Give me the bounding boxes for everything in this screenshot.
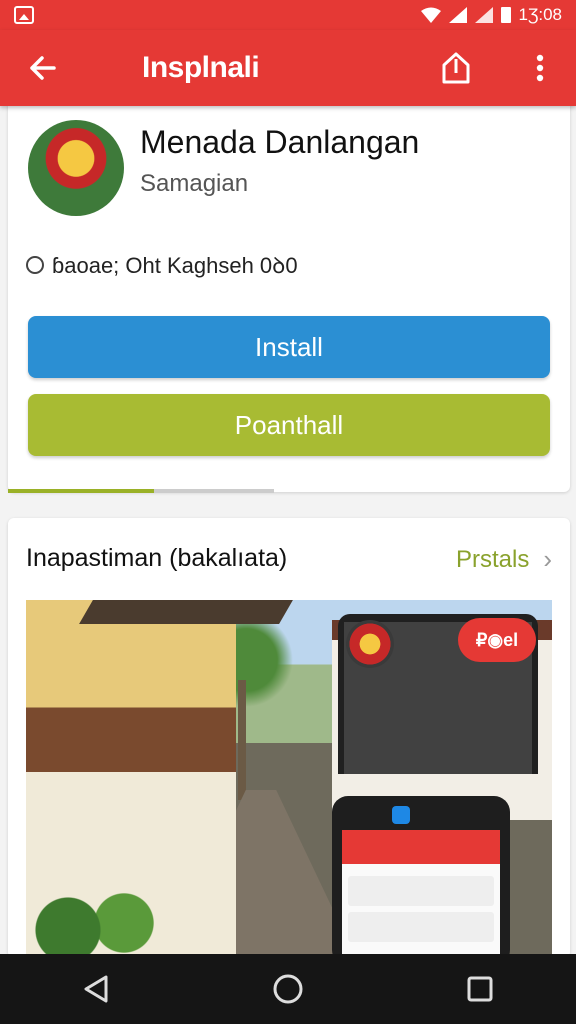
back-button[interactable] — [0, 30, 84, 106]
share-button[interactable] — [432, 46, 480, 90]
nav-recents-icon — [467, 976, 493, 1002]
wifi-icon — [420, 7, 441, 23]
progress-fill — [8, 489, 155, 493]
system-nav-bar — [0, 954, 576, 1024]
overlay-badge: ₽◉el — [458, 618, 536, 662]
app-name: Menada Danlangan — [140, 124, 420, 160]
palm-trunk — [238, 680, 246, 800]
secondary-action-button[interactable]: Poanthall — [28, 394, 550, 456]
screenshots-card: Inapastiman (bakalıata) Prstals › ₽◉el — [8, 518, 570, 958]
app-bar: Insplnali — [0, 30, 576, 106]
status-time: 1Ʒ:08 — [518, 5, 562, 24]
plants — [26, 888, 166, 958]
nav-back-icon — [84, 975, 108, 1003]
signal-alt-icon — [474, 7, 493, 23]
section-more-link[interactable]: Prstals › — [456, 544, 552, 575]
nav-home-icon — [273, 974, 303, 1004]
screenshot-image[interactable]: ₽◉el — [26, 600, 552, 958]
back-arrow-icon — [30, 56, 56, 80]
nav-home-button[interactable] — [258, 959, 318, 1019]
nav-recents-button[interactable] — [450, 959, 510, 1019]
battery-icon — [500, 7, 511, 23]
status-icons: 1Ʒ:08 — [420, 5, 562, 25]
phone-mockup-bottom — [332, 796, 510, 958]
app-bar-title: Insplnali — [142, 51, 260, 84]
screen: 1Ʒ:08 Insplnali Menada Danlangan Samagia… — [0, 0, 576, 1024]
app-logo — [28, 120, 124, 216]
notification-icon — [14, 6, 34, 24]
chevron-right-icon: › — [543, 544, 552, 574]
more-options-button[interactable] — [518, 46, 562, 90]
app-info-card: Menada Danlangan Samagian ɓaoae; Oht Kag… — [8, 100, 570, 493]
info-icon — [26, 256, 44, 274]
more-vert-icon — [536, 54, 544, 82]
app-developer: Samagian — [140, 170, 249, 197]
section-link-label: Prstals — [455, 545, 530, 573]
section-title: Inapastiman (bakalıata) — [26, 544, 288, 572]
install-button[interactable]: Install — [28, 316, 550, 378]
signal-icon — [448, 7, 467, 23]
share-icon — [442, 52, 470, 84]
phone-app-logo — [346, 620, 394, 668]
app-info-text: ɓaoae; Oht Kaghseh 0ꝺ0 — [52, 253, 298, 278]
status-bar: 1Ʒ:08 — [0, 0, 576, 30]
progress-bar — [8, 489, 274, 493]
nav-back-button[interactable] — [66, 959, 126, 1019]
app-info-row: ɓaoae; Oht Kaghseh 0ꝺ0 — [26, 250, 298, 280]
